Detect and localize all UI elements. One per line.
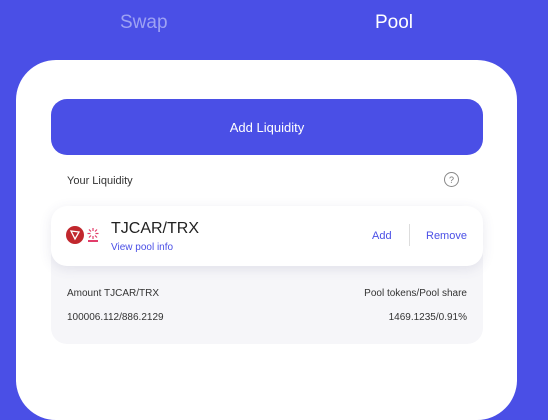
amount-value: 100006.112/886.2129 xyxy=(67,312,164,323)
tab-bar: Swap Pool xyxy=(0,0,548,50)
liquidity-position: TJCAR/TRX View pool info Add Remove Amou… xyxy=(51,206,483,344)
remove-button[interactable]: Remove xyxy=(426,230,467,242)
add-liquidity-button[interactable]: Add Liquidity xyxy=(51,99,483,155)
view-pool-info-link[interactable]: View pool info xyxy=(111,242,173,253)
divider xyxy=(409,224,410,246)
amount-label: Amount TJCAR/TRX xyxy=(67,288,160,299)
pool-share-value: 1469.1235/0.91% xyxy=(388,312,467,323)
your-liquidity-label: Your Liquidity xyxy=(67,175,133,187)
pool-card: Add Liquidity Your Liquidity ? TJCAR/TRX… xyxy=(16,60,517,420)
tron-icon xyxy=(66,226,84,244)
tjcar-icon xyxy=(84,226,102,244)
add-button[interactable]: Add xyxy=(372,230,392,242)
tab-swap[interactable]: Swap xyxy=(120,12,168,34)
help-icon[interactable]: ? xyxy=(444,172,459,187)
pool-pair-name: TJCAR/TRX xyxy=(111,220,199,237)
pool-row: TJCAR/TRX View pool info Add Remove xyxy=(51,206,483,266)
tab-pool[interactable]: Pool xyxy=(375,12,413,34)
pool-share-label: Pool tokens/Pool share xyxy=(364,288,467,299)
